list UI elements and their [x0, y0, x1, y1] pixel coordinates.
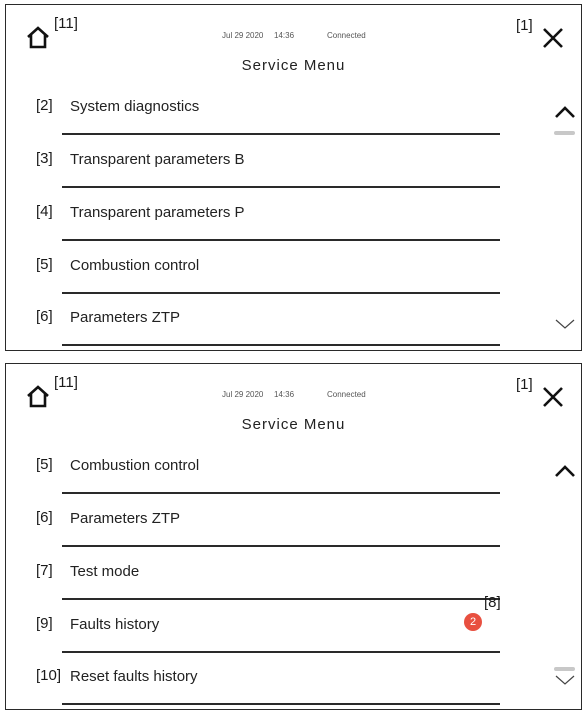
item-marker: [10]: [36, 667, 62, 684]
close-marker: [1]: [516, 17, 533, 34]
connection-status: Connected: [327, 31, 366, 40]
menu-item-transparent-parameters-p[interactable]: [4] Transparent parameters P: [36, 203, 500, 251]
chevron-down-icon[interactable]: [554, 317, 576, 331]
item-marker: [6]: [36, 509, 53, 526]
page-title: Service Menu: [241, 57, 346, 74]
connection-status: Connected: [327, 390, 366, 399]
item-label: Combustion control: [70, 257, 200, 274]
status-time: 14:36: [274, 31, 295, 40]
fault-count-badge: 2: [464, 613, 482, 631]
menu-item-parameters-ztp[interactable]: [6] Parameters ZTP: [36, 308, 500, 356]
item-marker: [3]: [36, 150, 53, 167]
item-divider: [62, 292, 500, 294]
item-divider: [62, 344, 500, 346]
item-marker: [5]: [36, 256, 53, 273]
scroll-indicator[interactable]: [554, 131, 575, 135]
menu-item-combustion-control[interactable]: [5] Combustion control: [36, 256, 500, 304]
close-marker: [1]: [516, 376, 533, 393]
fault-badge-marker: [8]: [484, 594, 501, 611]
service-menu-panel-1: [11] Jul 29 2020 14:36 Connected [1] Ser…: [5, 4, 582, 351]
item-marker: [4]: [36, 203, 53, 220]
item-label: Reset faults history: [70, 668, 198, 685]
item-marker: [5]: [36, 456, 53, 473]
item-divider: [62, 545, 500, 547]
item-divider: [62, 186, 500, 188]
menu-item-parameters-ztp[interactable]: [6] Parameters ZTP: [36, 509, 500, 557]
scroll-indicator[interactable]: [554, 667, 575, 671]
item-label: System diagnostics: [70, 98, 200, 115]
item-divider: [62, 133, 500, 135]
menu-item-system-diagnostics[interactable]: [2] System diagnostics: [36, 97, 500, 145]
item-label: Test mode: [70, 563, 140, 580]
item-marker: [7]: [36, 562, 53, 579]
menu-item-test-mode[interactable]: [7] Test mode: [36, 562, 500, 610]
chevron-down-icon[interactable]: [554, 673, 576, 687]
status-date: Jul 29 2020: [222, 31, 264, 40]
menu-item-faults-history[interactable]: [9] Faults history: [36, 615, 500, 663]
item-marker: [2]: [36, 97, 53, 114]
chevron-up-icon[interactable]: [554, 464, 576, 478]
item-label: Transparent parameters B: [70, 151, 245, 168]
item-marker: [6]: [36, 308, 53, 325]
home-icon[interactable]: [24, 23, 52, 51]
item-divider: [62, 492, 500, 494]
home-marker: [11]: [54, 374, 78, 391]
close-icon[interactable]: [542, 386, 564, 408]
item-divider: [62, 703, 500, 705]
item-label: Transparent parameters P: [70, 204, 245, 221]
item-label: Faults history: [70, 616, 160, 633]
service-menu-panel-2: [11] Jul 29 2020 14:36 Connected [1] Ser…: [5, 363, 582, 710]
page-title: Service Menu: [241, 416, 346, 433]
item-label: Combustion control: [70, 457, 200, 474]
menu-item-transparent-parameters-b[interactable]: [3] Transparent parameters B: [36, 150, 500, 198]
status-date: Jul 29 2020: [222, 390, 264, 399]
chevron-up-icon[interactable]: [554, 105, 576, 119]
item-divider: [62, 598, 500, 600]
item-label: Parameters ZTP: [70, 309, 181, 326]
item-label: Parameters ZTP: [70, 510, 181, 527]
menu-item-combustion-control[interactable]: [5] Combustion control: [36, 456, 500, 504]
item-divider: [62, 239, 500, 241]
item-divider: [62, 651, 500, 653]
status-time: 14:36: [274, 390, 295, 399]
item-marker: [9]: [36, 615, 53, 632]
home-icon[interactable]: [24, 382, 52, 410]
close-icon[interactable]: [542, 27, 564, 49]
home-marker: [11]: [54, 15, 78, 32]
